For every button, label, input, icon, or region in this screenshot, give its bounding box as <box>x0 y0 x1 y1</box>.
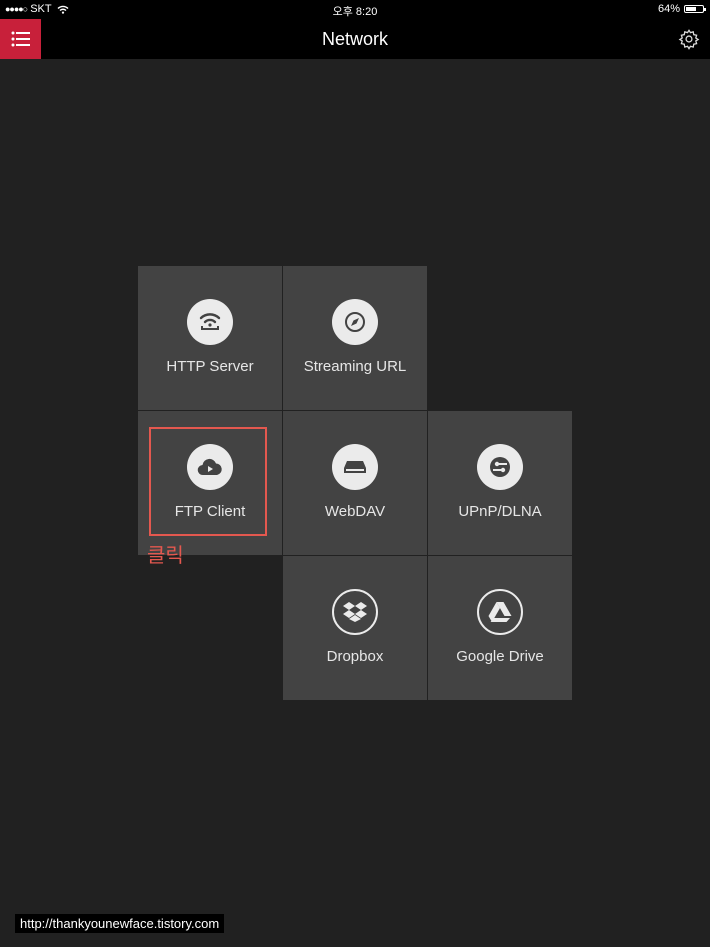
tile-upnp-dlna[interactable]: UPnP/DLNA <box>428 411 572 555</box>
google-drive-icon <box>477 589 523 635</box>
tile-label: UPnP/DLNA <box>458 503 542 520</box>
tile-http-server[interactable]: HTTP Server <box>138 266 282 410</box>
status-bar: ●●●●○ SKT 오후 8:20 64% <box>0 0 710 19</box>
tile-label: Google Drive <box>456 648 544 665</box>
tile-google-drive[interactable]: Google Drive <box>428 556 572 700</box>
status-time: 오후 8:20 <box>332 6 378 18</box>
tile-label: Streaming URL <box>303 358 407 375</box>
wifi-server-icon <box>187 299 233 345</box>
tile-label: Dropbox <box>326 648 384 665</box>
page-title: Network <box>321 29 388 49</box>
battery-icon <box>684 5 706 13</box>
watermark-url: http://thankyounewface.tistory.com <box>15 914 225 933</box>
tile-label: WebDAV <box>324 503 386 520</box>
tile-label: HTTP Server <box>166 358 254 375</box>
nav-bar: Network <box>0 19 710 59</box>
click-highlight-box <box>149 427 267 536</box>
drive-icon <box>332 444 378 490</box>
battery-percent: 64% <box>657 3 680 15</box>
dropbox-icon <box>332 589 378 635</box>
gear-icon[interactable] <box>678 28 700 50</box>
tile-webdav[interactable]: WebDAV <box>283 411 427 555</box>
tile-streaming-url[interactable]: Streaming URL <box>283 266 427 410</box>
tile-dropbox[interactable]: Dropbox <box>283 556 427 700</box>
compass-icon <box>332 299 378 345</box>
click-annotation: 클릭 <box>147 545 184 567</box>
network-share-icon <box>477 444 523 490</box>
